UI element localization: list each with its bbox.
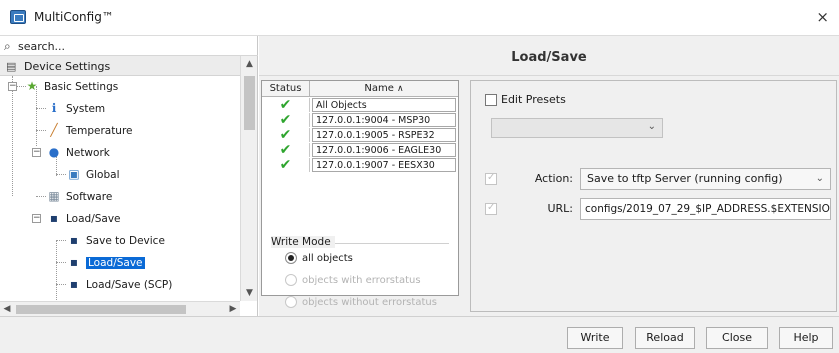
info-icon: ℹ [51,101,57,115]
tree-item-load-save-group[interactable]: ▪ Load/Save [46,208,121,228]
device-icon: ▤ [6,60,17,73]
check-icon: ✔ [262,113,310,127]
tree-item-software[interactable]: ▦ Software [46,186,112,206]
window-title: MultiConfig™ [34,10,114,24]
network-card-icon: ▣ [68,167,80,181]
expander-network[interactable]: − [32,148,41,157]
radio-label: objects without errorstatus [302,297,437,308]
scrollbar-thumb[interactable] [244,76,255,130]
star-icon: ★ [26,79,38,93]
radio-all-objects[interactable]: all objects [285,252,353,264]
scrollbar-thumb[interactable] [16,305,186,314]
document-icon: ▦ [48,189,60,203]
tree-item-global[interactable]: ▣ Global [66,164,119,184]
object-name: 127.0.0.1:9006 - EAGLE30 [312,143,456,157]
settings-tree: − ★ Basic Settings ℹ System ╱ Temperature −… [0,76,240,300]
tree-item-save-to-device[interactable]: ▪ Save to Device [66,230,165,250]
chevron-left-icon[interactable]: ◀ [0,302,14,317]
chevron-up-icon[interactable]: ▲ [241,56,258,72]
globe-icon: ● [48,145,60,159]
chevron-down-icon: ⌄ [647,121,656,132]
floppy-icon: ▪ [69,233,79,247]
chevron-down-icon[interactable]: ▼ [241,285,258,301]
search-icon: ⌕ [4,39,11,53]
tree-item-system[interactable]: ℹ System [46,98,105,118]
close-button[interactable]: Close [706,327,768,349]
column-header-name-label: Name [364,83,394,94]
chevron-down-icon: ⌄ [815,173,824,184]
expander-load-save[interactable]: − [32,214,41,223]
tree-item-network[interactable]: ● Network [46,142,110,162]
tree-vertical-scrollbar[interactable]: ▲ ▼ [240,56,257,301]
column-header-status[interactable]: Status [262,81,310,97]
url-label: URL: [547,202,573,215]
check-icon: ✔ [262,128,310,142]
table-row[interactable]: ✔ 127.0.0.1:9004 - MSP30 [262,113,458,127]
check-icon: ✔ [262,143,310,157]
title-bar: MultiConfig™ × [0,0,839,36]
tree-root-label: Device Settings [24,60,111,73]
edit-presets-label: Edit Presets [501,93,566,106]
object-name: 127.0.0.1:9005 - RSPE32 [312,128,456,142]
chevron-right-icon[interactable]: ▶ [226,302,240,317]
thermometer-icon: ╱ [50,123,58,137]
tree-item-load-save-scp[interactable]: ▪ Load/Save (SCP) [66,274,172,294]
action-label: Action: [534,172,573,185]
write-button[interactable]: Write [567,327,623,349]
column-header-name[interactable]: Name ∧ [310,81,458,97]
tree-item-temperature[interactable]: ╱ Temperature [46,120,132,140]
check-icon: ✔ [262,98,310,112]
radio-label: objects with errorstatus [302,275,421,286]
page-title: Load/Save [259,36,839,76]
radio-objects-with-errorstatus[interactable]: objects with errorstatus [285,274,421,286]
load-save-form: Edit Presets ⌄ Action: Save to tftp Serv… [470,80,837,312]
table-row[interactable]: ✔ 127.0.0.1:9007 - EESX30 [262,158,458,172]
tree-root[interactable]: ▤ Device Settings [0,56,240,76]
sidebar: ⌕ search... ▤ Device Settings − ★ Basic S… [0,36,258,316]
url-checkbox[interactable] [485,202,497,215]
table-row[interactable]: ✔ 127.0.0.1:9006 - EAGLE30 [262,143,458,157]
write-mode-group: Write Mode all objects objects with erro… [261,236,459,312]
expander-basic-settings[interactable]: − [8,82,17,91]
floppy-icon: ▪ [69,277,79,291]
tree-horizontal-scrollbar[interactable]: ◀ ▶ [0,301,240,316]
close-icon[interactable]: × [816,8,829,26]
table-row[interactable]: ✔ All Objects [262,98,458,112]
object-name: 127.0.0.1:9007 - EESX30 [312,158,456,172]
sort-icon: ∧ [397,84,404,94]
tree-item-load-save[interactable]: ▪ Load/Save [66,252,145,272]
reload-button[interactable]: Reload [635,327,695,349]
help-button[interactable]: Help [779,327,833,349]
preset-select[interactable]: ⌄ [491,118,663,138]
button-bar: Write Reload Close Help [0,316,839,353]
action-checkbox[interactable] [485,172,497,185]
action-value: Save to tftp Server (running config) [587,172,783,185]
edit-presets-checkbox[interactable] [485,94,497,106]
search-box[interactable]: ⌕ search... [0,36,258,56]
tree-item-basic-settings[interactable]: ★ Basic Settings [24,76,119,96]
object-name: All Objects [312,98,456,112]
main-panel: Load/Save Status Name ∧ ✔ All Objects ✔ … [259,36,839,316]
floppy-icon: ▪ [69,255,79,269]
app-icon [10,10,26,24]
search-input[interactable]: search... [18,40,65,53]
radio-objects-without-errorstatus[interactable]: objects without errorstatus [285,296,437,308]
check-icon: ✔ [262,158,310,172]
object-name: 127.0.0.1:9004 - MSP30 [312,113,456,127]
url-input[interactable]: configs/2019_07_29_$IP_ADDRESS.$EXTENSIO… [580,198,831,220]
floppy-icon: ▪ [49,211,59,225]
table-row[interactable]: ✔ 127.0.0.1:9005 - RSPE32 [262,128,458,142]
write-mode-title: Write Mode [271,236,335,248]
action-select[interactable]: Save to tftp Server (running config) ⌄ [580,168,831,190]
radio-label: all objects [302,253,353,264]
